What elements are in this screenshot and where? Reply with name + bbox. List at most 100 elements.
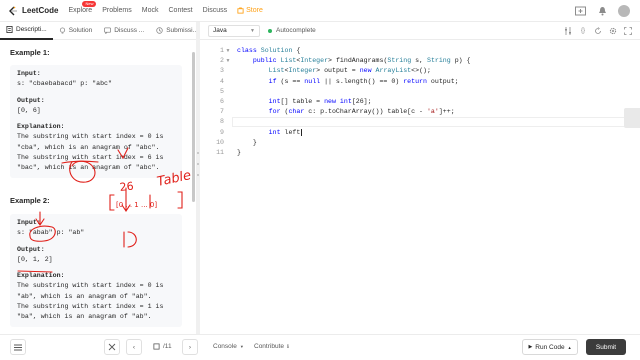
- code-line: }: [237, 149, 241, 157]
- description-panel: Example 1: Input: s: "cbaebabacd" p: "ab…: [0, 40, 196, 334]
- example-2-output-value: [0, 1, 2]: [17, 255, 53, 263]
- resize-grip-icon: [197, 152, 199, 176]
- line-number: 7: [220, 108, 224, 116]
- code-line: int[] table = new int[26];: [268, 98, 372, 106]
- chevron-left-icon: ‹: [132, 343, 136, 351]
- autocomplete-toggle[interactable]: Autocomplete: [268, 27, 316, 34]
- line-number: 4: [220, 77, 224, 85]
- line-number: 2: [220, 57, 224, 65]
- tab-submissions-label: Submissi...: [166, 27, 198, 34]
- nav-discuss[interactable]: Discuss: [203, 7, 228, 14]
- solution-icon: [59, 27, 65, 34]
- editor-actions: {}: [564, 26, 632, 35]
- tab-discuss[interactable]: Discuss ...: [98, 22, 150, 40]
- line-number: 6: [220, 98, 224, 106]
- code-line: for (char c: p.toCharArray()) table[c - …: [268, 108, 455, 116]
- fold-toggle-icon[interactable]: ▼: [224, 56, 232, 66]
- chevron-up-icon: ▲: [567, 344, 572, 350]
- user-avatar[interactable]: [618, 4, 630, 17]
- example-2-explanation-label: Explanation:: [17, 272, 65, 280]
- code-editor[interactable]: 1 2 3 4 5 6 7 8 9 10 11 ▼ ▼ class Soluti…: [200, 40, 640, 334]
- line-number: 11: [216, 149, 224, 157]
- problem-page-indicator: /11: [153, 343, 172, 350]
- settings-gear-icon[interactable]: [609, 27, 617, 35]
- description-icon: [6, 26, 13, 33]
- autocomplete-status-dot: [268, 28, 272, 33]
- play-icon: ▶: [528, 344, 533, 350]
- example-1-output-label: Output:: [17, 96, 45, 104]
- example-2-box: Input: s: "abab" p: "ab" Output: [0, 1, …: [10, 214, 182, 327]
- discuss-icon: [104, 27, 112, 34]
- example-1-explanation-line: "bac", which is an anagram of "abc".: [17, 164, 160, 172]
- tab-description[interactable]: Descripti...: [0, 22, 53, 40]
- code-content[interactable]: class Solution { public List<Integer> fi…: [237, 46, 471, 158]
- code-line: class Solution {: [237, 47, 301, 54]
- run-code-label: Run Code: [535, 343, 565, 351]
- prev-problem-button[interactable]: ‹: [126, 339, 142, 355]
- example-1-explanation-line: "cba", which is an anagram of "abc".: [17, 143, 160, 151]
- submissions-icon: [156, 27, 163, 34]
- braces-icon[interactable]: {}: [579, 27, 587, 35]
- nav-problems[interactable]: Problems: [102, 7, 132, 14]
- line-number: 5: [220, 87, 224, 95]
- tab-solution-label: Solution: [68, 27, 93, 34]
- example-1-explanation-line: The substring with start index = 6 is: [17, 154, 164, 162]
- example-1-box: Input: s: "cbaebabacd" p: "abc" Output: …: [10, 65, 182, 178]
- example-1-explanation-line: The substring with start index = 0 is: [17, 133, 164, 141]
- editor-toolbar: Java ▼ Autocomplete {}: [200, 22, 640, 40]
- code-line: int left: [268, 128, 303, 136]
- code-line: public List<Integer> findAnagrams(String…: [252, 57, 471, 65]
- example-2-input-value: s: "abab" p: "ab": [17, 229, 85, 237]
- code-line: }: [237, 138, 257, 146]
- console-toggle[interactable]: Console ▼: [213, 343, 244, 350]
- submit-button[interactable]: Submit: [586, 339, 626, 355]
- line-number: 3: [220, 67, 224, 75]
- nav-store-label: Store: [246, 7, 263, 14]
- example-2-output-label: Output:: [17, 245, 45, 253]
- tab-solution[interactable]: Solution: [53, 22, 99, 40]
- contribute-label: Contribute: [254, 343, 284, 350]
- nav-explore[interactable]: Explore New: [68, 1, 97, 14]
- tab-discuss-label: Discuss ...: [114, 27, 145, 34]
- language-value: Java: [213, 27, 227, 34]
- console-label: Console: [213, 343, 237, 350]
- example-1-explanation-label: Explanation:: [17, 123, 65, 131]
- leetcode-logo-icon: [9, 6, 17, 15]
- top-navigation: LeetCode Explore New Problems Mock Conte…: [0, 0, 640, 22]
- line-number: 10: [216, 138, 224, 146]
- next-problem-button[interactable]: ›: [182, 339, 198, 355]
- run-code-button[interactable]: ▶ Run Code ▲: [522, 339, 578, 355]
- page-label: /11: [163, 343, 172, 350]
- side-panel-toggle[interactable]: [624, 108, 640, 128]
- settings-sliders-icon[interactable]: [564, 26, 572, 35]
- description-scrollbar[interactable]: [192, 52, 195, 202]
- leetcode-logo[interactable]: LeetCode: [8, 6, 58, 16]
- notifications-bell-icon[interactable]: [596, 5, 608, 17]
- fullscreen-icon[interactable]: [624, 26, 632, 35]
- fold-markers: ▼ ▼: [224, 46, 232, 66]
- contribute-button[interactable]: Contribute ℹ: [254, 343, 289, 350]
- example-1-input-label: Input:: [17, 70, 41, 77]
- logo-text: LeetCode: [22, 6, 59, 15]
- language-select[interactable]: Java ▼: [208, 24, 260, 37]
- shuffle-icon: [108, 343, 116, 351]
- example-2-input-label: Input:: [17, 219, 41, 226]
- chevron-down-icon: ▼: [250, 27, 255, 34]
- example-2-explanation-line: "ba", which is an anagram of "ab".: [17, 313, 152, 321]
- nav-contest[interactable]: Contest: [169, 7, 193, 14]
- chevron-right-icon: ›: [188, 343, 192, 351]
- pick-one-button[interactable]: [104, 339, 120, 355]
- list-icon: [14, 344, 22, 350]
- example-1-input-value: s: "cbaebabacd" p: "abc": [17, 80, 112, 88]
- puzzle-icon: [153, 343, 160, 350]
- problems-list-button[interactable]: [10, 339, 26, 355]
- new-badge: New: [82, 1, 97, 7]
- add-playground-icon[interactable]: [574, 5, 586, 17]
- nav-mock[interactable]: Mock: [142, 7, 159, 14]
- fold-toggle-icon[interactable]: ▼: [224, 46, 232, 56]
- example-2-explanation-line: "ab", which is an anagram of "ab".: [17, 292, 152, 300]
- nav-store[interactable]: Store: [237, 7, 263, 14]
- reset-code-icon[interactable]: [594, 26, 602, 35]
